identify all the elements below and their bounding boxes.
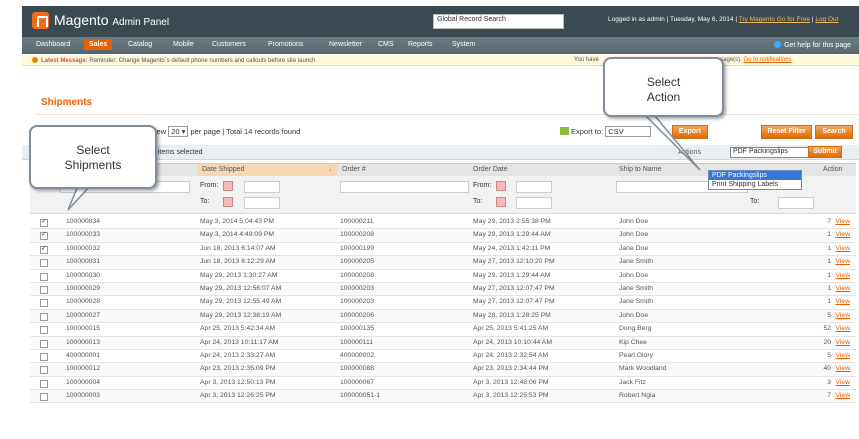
callout-select-action: Select Action [603,57,724,117]
callout-pointers [67,109,701,211]
callout-pointer-shipments [67,185,92,211]
callout-select-shipments: Select Shipments [29,125,157,189]
callout-pointer-action [638,109,701,171]
